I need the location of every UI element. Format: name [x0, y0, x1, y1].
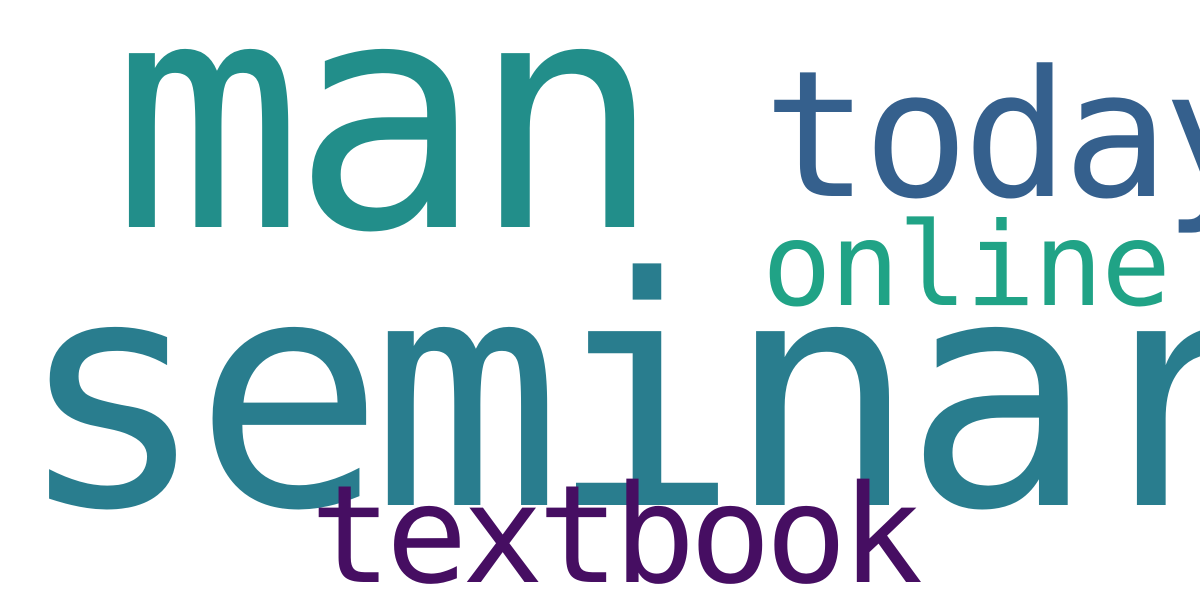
word-cloud: man today online seminar textbook [0, 0, 1200, 600]
word-textbook: textbook [310, 457, 923, 600]
